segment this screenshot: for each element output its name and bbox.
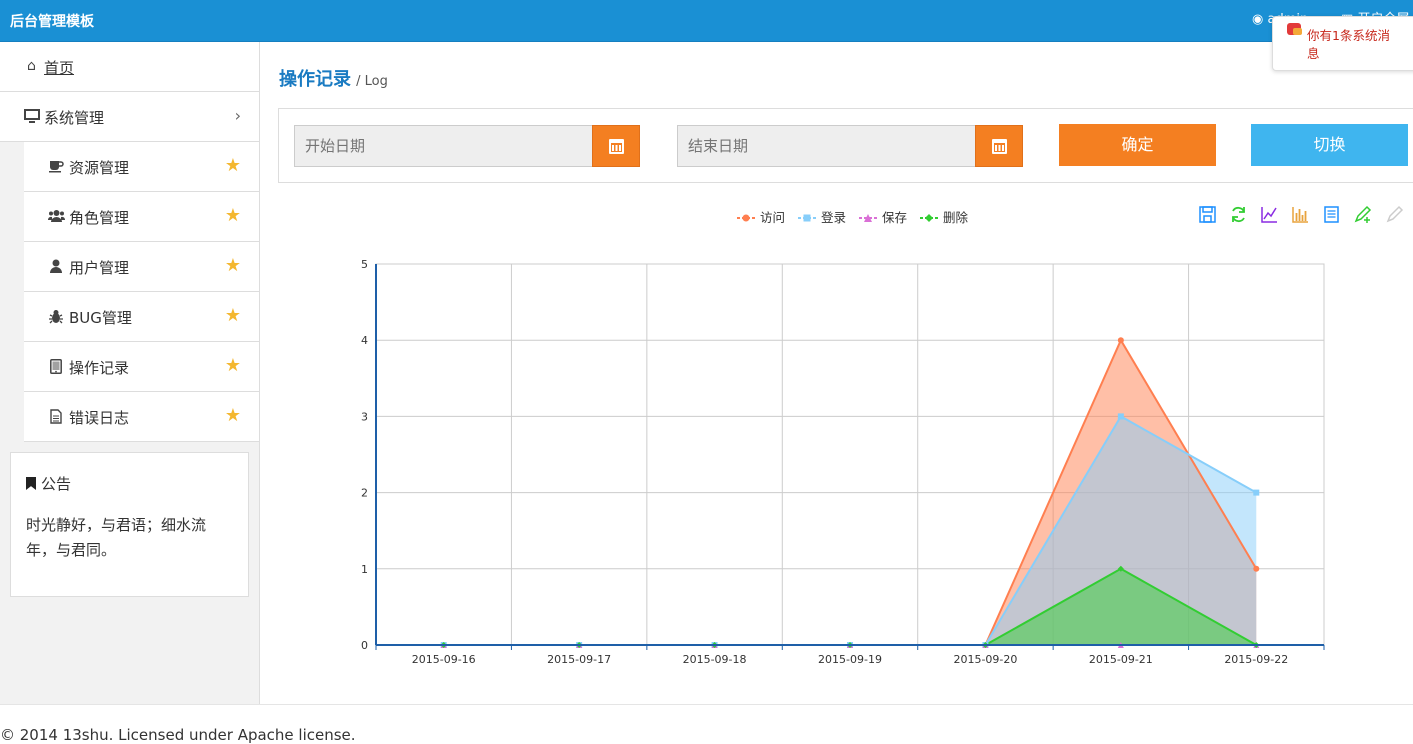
x-tick-label: 2015-09-17 bbox=[547, 653, 611, 666]
star-icon: ★ bbox=[224, 355, 241, 376]
chevron-right-icon: › bbox=[234, 106, 241, 125]
page-title-main: 操作记录 bbox=[279, 69, 351, 90]
data-point bbox=[1253, 565, 1260, 572]
data-point bbox=[1117, 337, 1124, 344]
sidebar-item-label: 系统管理 bbox=[44, 109, 105, 127]
footer-divider bbox=[0, 704, 1413, 705]
sidebar-item-label: 用户管理 bbox=[69, 259, 130, 277]
bug-icon bbox=[48, 309, 64, 324]
sidebar-item-errorlog[interactable]: 错误日志 ★ bbox=[24, 392, 259, 442]
chart-plot: 0 1 2 3 4 5 2015-09-16 2015-09-17 2015-09-18 2015… bbox=[361, 258, 1325, 666]
y-tick-label: 4 bbox=[361, 334, 368, 347]
x-tick-label: 2015-09-20 bbox=[953, 653, 1017, 666]
star-icon: ★ bbox=[224, 305, 241, 326]
sidebar-item-label: 操作记录 bbox=[69, 359, 130, 377]
tablet-icon bbox=[48, 359, 64, 374]
page-title-sub: / Log bbox=[356, 74, 388, 89]
start-date-calendar-button[interactable] bbox=[592, 125, 640, 167]
sidebar-item-label: 首页 bbox=[44, 59, 75, 77]
y-tick-label: 3 bbox=[361, 410, 368, 423]
calendar-icon bbox=[609, 139, 624, 154]
series-area-3 bbox=[443, 568, 1257, 645]
sidebar-item-system[interactable]: 系统管理 › bbox=[0, 92, 259, 142]
date-filter-bar: 确定 切换 bbox=[278, 108, 1413, 183]
notice-title-text: 公告 bbox=[41, 475, 72, 493]
notification-text: 你有1条系统消息 bbox=[1307, 28, 1390, 61]
sidebar: ⌂ 首页 系统管理 › 资源管理 ★ 角色管理 ★ 用户管理 ★ BUG管理 ★ bbox=[0, 42, 260, 704]
x-tick-label: 2015-09-16 bbox=[412, 653, 476, 666]
y-tick-label: 1 bbox=[361, 563, 368, 576]
end-date-input[interactable] bbox=[677, 125, 976, 167]
end-date-calendar-button[interactable] bbox=[975, 125, 1023, 167]
x-tick-label: 2015-09-21 bbox=[1089, 653, 1153, 666]
x-tick-label: 2015-09-22 bbox=[1224, 653, 1288, 666]
user-icon bbox=[48, 259, 64, 274]
users-icon bbox=[47, 209, 66, 224]
coffee-icon bbox=[48, 159, 64, 174]
page-title: 操作记录 / Log bbox=[279, 65, 388, 91]
star-icon: ★ bbox=[224, 155, 241, 176]
sidebar-item-label: 资源管理 bbox=[69, 159, 130, 177]
x-tick-label: 2015-09-19 bbox=[818, 653, 882, 666]
y-tick-label: 2 bbox=[361, 487, 368, 500]
bookmark-icon bbox=[26, 477, 36, 490]
y-tick-label: 5 bbox=[361, 258, 368, 271]
star-icon: ★ bbox=[224, 405, 241, 426]
start-date-input[interactable] bbox=[294, 125, 593, 167]
top-navbar: 后台管理模板 ◉ admin ▾ ▦ 开启全屏 bbox=[0, 0, 1413, 42]
data-point bbox=[1117, 413, 1124, 420]
operation-log-chart: 访问 登录 保存 删除 0 1 2 3 4 5 2015-09-16 2015-09-17 20… bbox=[278, 195, 1413, 695]
sidebar-item-home[interactable]: ⌂ 首页 bbox=[0, 42, 259, 92]
confirm-button[interactable]: 确定 bbox=[1059, 124, 1216, 166]
desktop-icon bbox=[24, 109, 40, 124]
chat-icon bbox=[1287, 23, 1302, 35]
star-icon: ★ bbox=[224, 255, 241, 276]
sidebar-item-label: 角色管理 bbox=[69, 209, 130, 227]
star-icon: ★ bbox=[224, 205, 241, 226]
sidebar-item-label: BUG管理 bbox=[69, 309, 132, 327]
sidebar-item-resources[interactable]: 资源管理 ★ bbox=[24, 142, 259, 192]
notice-body: 时光静好，与君语；细水流年，与君同。 bbox=[26, 516, 207, 559]
sidebar-item-bugs[interactable]: BUG管理 ★ bbox=[24, 292, 259, 342]
calendar-icon bbox=[992, 139, 1007, 154]
switch-button[interactable]: 切换 bbox=[1251, 124, 1408, 166]
sidebar-item-oplog[interactable]: 操作记录 ★ bbox=[24, 342, 259, 392]
sidebar-item-label: 错误日志 bbox=[69, 409, 130, 427]
y-tick-label: 0 bbox=[361, 639, 368, 652]
brand-title[interactable]: 后台管理模板 bbox=[10, 11, 94, 31]
sidebar-item-users[interactable]: 用户管理 ★ bbox=[24, 242, 259, 292]
data-point bbox=[1253, 489, 1260, 496]
file-icon bbox=[48, 409, 64, 424]
x-tick-label: 2015-09-18 bbox=[683, 653, 747, 666]
notice-title: 公告 bbox=[26, 473, 71, 494]
footer-text: © 2014 13shu. Licensed under Apache lice… bbox=[0, 726, 356, 744]
home-icon: ⌂ bbox=[27, 58, 36, 74]
notice-panel: 公告 时光静好，与君语；细水流年，与君同。 bbox=[10, 452, 249, 597]
sidebar-item-roles[interactable]: 角色管理 ★ bbox=[24, 192, 259, 242]
notification-popup[interactable]: 你有1条系统消息 bbox=[1272, 16, 1413, 71]
